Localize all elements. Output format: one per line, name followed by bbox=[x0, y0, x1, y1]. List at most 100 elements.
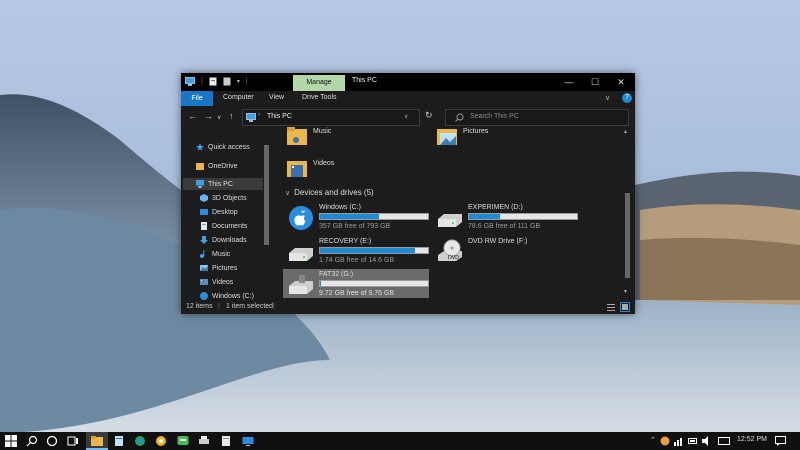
usb-drive-icon bbox=[289, 275, 313, 294]
sidebar-item-downloads[interactable]: Downloads bbox=[200, 234, 247, 246]
windows-start-icon[interactable] bbox=[5, 435, 17, 447]
tray-app-icon[interactable] bbox=[660, 436, 670, 446]
taskbar-file-explorer[interactable] bbox=[86, 432, 108, 450]
large-icons-view-icon[interactable] bbox=[620, 302, 630, 312]
videos-folder-icon bbox=[287, 161, 307, 177]
file-explorer-window[interactable]: | ▾ | Manage This PC — ☐ ✕ File Computer… bbox=[181, 73, 635, 314]
drive-windows-c[interactable]: Windows (C:) 357 GB free of 793 GB bbox=[283, 202, 429, 232]
manage-tab[interactable]: Manage bbox=[293, 75, 345, 91]
drive-recovery-e[interactable]: RECOVERY (E:) 1.74 GB free of 14.6 GB bbox=[283, 236, 429, 266]
drive-dvd-f[interactable]: DVD DVD RW Drive (F:) bbox=[432, 236, 578, 266]
minimize-button[interactable]: — bbox=[557, 75, 581, 89]
refresh-icon[interactable]: ↻ bbox=[425, 110, 433, 121]
properties-icon[interactable] bbox=[209, 77, 217, 86]
document-app-icon[interactable] bbox=[220, 435, 232, 447]
tab-file[interactable]: File bbox=[181, 91, 213, 106]
music-folder-icon bbox=[287, 127, 307, 145]
show-hidden-icons-chevron-icon[interactable]: ⌃ bbox=[650, 436, 656, 444]
forward-arrow-icon[interactable]: → bbox=[204, 111, 213, 121]
edge-browser-icon[interactable] bbox=[134, 435, 146, 447]
tab-view[interactable]: View bbox=[269, 94, 284, 101]
tab-computer[interactable]: Computer bbox=[223, 94, 254, 101]
computer-icon bbox=[246, 113, 256, 122]
sidebar-item-videos[interactable]: Videos bbox=[200, 276, 233, 288]
sidebar-item-music[interactable]: Music bbox=[200, 248, 230, 260]
up-arrow-icon[interactable]: ↑ bbox=[229, 111, 234, 121]
battery-icon[interactable] bbox=[688, 436, 698, 446]
address-dropdown-chevron-icon[interactable]: ∨ bbox=[404, 113, 408, 120]
taskbar-clock[interactable]: 12:52 PM bbox=[737, 436, 767, 443]
drive-usage-fill bbox=[320, 248, 416, 253]
search-placeholder: Search This PC bbox=[470, 113, 519, 120]
computer-icon bbox=[196, 180, 204, 188]
breadcrumb[interactable]: This PC bbox=[267, 113, 292, 120]
separator: | bbox=[201, 78, 203, 85]
cortana-icon[interactable] bbox=[46, 435, 58, 447]
address-bar[interactable]: › This PC ∨ bbox=[242, 109, 420, 126]
sidebar-scrollbar-thumb[interactable] bbox=[264, 145, 269, 245]
sidebar-item-label: Windows (C:) bbox=[212, 292, 255, 300]
search-icon[interactable] bbox=[26, 435, 38, 447]
sidebar-scrollbar[interactable] bbox=[263, 141, 270, 291]
details-view-icon[interactable] bbox=[607, 303, 615, 311]
drive-usage-bar bbox=[319, 280, 429, 287]
sidebar-item-label: 3D Objects bbox=[212, 194, 247, 202]
folder-videos[interactable]: Videos bbox=[287, 157, 334, 179]
folder-pictures[interactable]: Pictures bbox=[437, 125, 488, 147]
help-icon[interactable]: ? bbox=[622, 93, 632, 103]
folder-music[interactable]: Music bbox=[287, 125, 331, 147]
pictures-folder-icon bbox=[437, 129, 457, 145]
collapse-chevron-icon[interactable]: ∨ bbox=[285, 189, 290, 197]
title-bar[interactable]: | ▾ | Manage This PC — ☐ ✕ bbox=[181, 73, 635, 91]
line-messenger-icon[interactable] bbox=[177, 435, 189, 447]
sidebar-item-3d-objects[interactable]: 3D Objects bbox=[200, 192, 247, 204]
separator: | bbox=[273, 303, 275, 310]
sidebar-item-onedrive[interactable]: OneDrive bbox=[196, 160, 238, 172]
devices-section-header[interactable]: ∨ Devices and drives (5) bbox=[285, 188, 374, 197]
back-arrow-icon[interactable]: ← bbox=[188, 111, 197, 121]
content-scrollbar[interactable]: ▴ ▾ bbox=[623, 128, 632, 299]
printer-app-icon[interactable] bbox=[198, 435, 210, 447]
drive-fat32-g[interactable]: FAT32 (G:) 9.72 GB free of 9.76 GB bbox=[283, 269, 429, 298]
task-view-icon[interactable] bbox=[67, 435, 79, 447]
scroll-up-icon[interactable]: ▴ bbox=[624, 128, 627, 135]
documents-icon bbox=[201, 222, 207, 230]
remote-desktop-icon[interactable] bbox=[242, 435, 254, 447]
keyboard-icon[interactable] bbox=[718, 436, 730, 446]
drive-usage-bar bbox=[319, 213, 429, 220]
file-list: Music Pictures Videos ∨ Devices and driv… bbox=[279, 125, 621, 298]
separator: | bbox=[245, 78, 248, 85]
scroll-down-icon[interactable]: ▾ bbox=[624, 288, 627, 295]
customize-toolbar-chevron-icon[interactable]: ▾ bbox=[237, 78, 240, 85]
sidebar-item-label: Desktop bbox=[212, 208, 238, 216]
chrome-browser-icon[interactable] bbox=[155, 435, 167, 447]
hard-drive-icon bbox=[438, 214, 462, 227]
new-folder-icon[interactable] bbox=[223, 77, 231, 86]
network-icon[interactable] bbox=[674, 436, 684, 446]
onedrive-folder-icon bbox=[196, 163, 204, 170]
notepad-icon[interactable] bbox=[113, 435, 125, 447]
content-scrollbar-thumb[interactable] bbox=[625, 193, 630, 278]
expand-ribbon-chevron-icon[interactable]: ∨ bbox=[605, 94, 610, 102]
status-item-count: 12 items bbox=[186, 303, 213, 310]
volume-icon[interactable] bbox=[702, 436, 712, 446]
drive-name: Windows (C:) bbox=[319, 204, 362, 211]
sidebar-item-pictures[interactable]: Pictures bbox=[200, 262, 237, 274]
breadcrumb-chevron-icon[interactable]: › bbox=[258, 112, 260, 118]
maximize-button[interactable]: ☐ bbox=[583, 75, 607, 89]
drive-name: EXPERIMEN (D:) bbox=[468, 204, 523, 211]
downloads-icon bbox=[200, 236, 208, 244]
sidebar-item-desktop[interactable]: Desktop bbox=[200, 206, 238, 218]
drive-experimen-d[interactable]: EXPERIMEN (D:) 78.6 GB free of 111 GB bbox=[432, 202, 578, 232]
notifications-icon[interactable] bbox=[775, 436, 786, 446]
sidebar-item-quick-access[interactable]: Quick access bbox=[196, 141, 250, 153]
sidebar-item-documents[interactable]: Documents bbox=[200, 220, 247, 232]
tab-drive-tools[interactable]: Drive Tools bbox=[302, 94, 337, 101]
drive-name: RECOVERY (E:) bbox=[319, 238, 372, 245]
status-selection: 1 item selected bbox=[226, 303, 274, 310]
recent-locations-chevron-icon[interactable]: ∨ bbox=[217, 114, 221, 121]
ribbon-tabs: File Computer View Drive Tools ∨ ? bbox=[181, 91, 635, 106]
close-button[interactable]: ✕ bbox=[609, 75, 633, 89]
sidebar-item-this-pc[interactable]: This PC bbox=[183, 178, 263, 190]
search-input[interactable]: Search This PC bbox=[445, 109, 629, 126]
